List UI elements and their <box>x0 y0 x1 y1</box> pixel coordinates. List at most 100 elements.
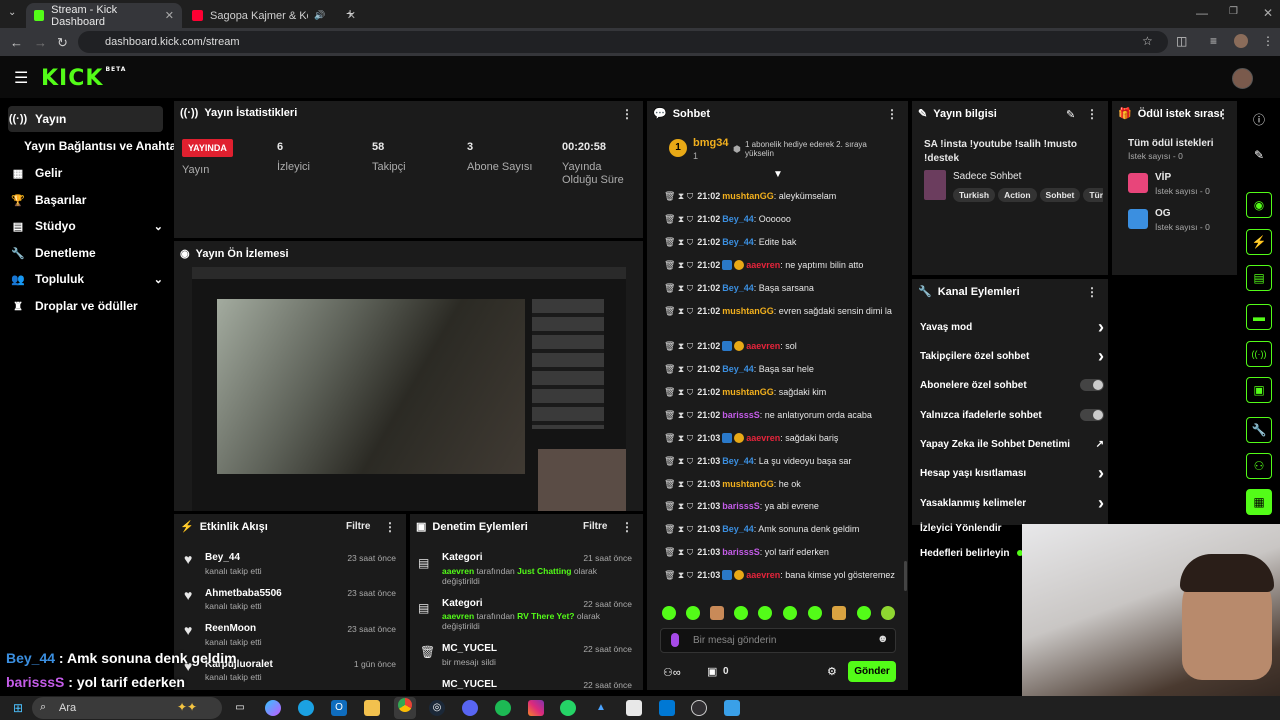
chat-user[interactable]: aaevren <box>746 260 780 270</box>
channel-action-item[interactable]: Hesap yaşı kısıtlaması › <box>920 462 1104 484</box>
mod-tools-icon[interactable]: 🗑 ⧗ ⛉ <box>664 479 693 489</box>
microphone-icon[interactable] <box>671 633 679 647</box>
sidebar-item-gelir[interactable]: ▦ Gelir <box>8 160 163 186</box>
steam-icon[interactable]: ◎ <box>429 700 445 716</box>
chat-user[interactable]: mushtanGG <box>722 306 774 316</box>
channel-action-item[interactable]: Takipçilere özel sohbet › <box>920 345 1104 367</box>
mod-tools-icon[interactable]: 🗑 ⧗ ⛉ <box>664 341 693 351</box>
all-rewards[interactable]: Tüm ödül istekleri <box>1128 138 1214 149</box>
filter-button[interactable]: Filtre <box>346 521 370 532</box>
browser-menu-icon[interactable]: ⋮ <box>1262 34 1274 48</box>
toggle-switch[interactable] <box>1080 379 1104 391</box>
emote-icon[interactable] <box>710 606 724 620</box>
more-icon[interactable]: ⋮ <box>1217 107 1229 121</box>
more-icon[interactable]: ⋮ <box>886 107 898 121</box>
chat-user[interactable]: Bey_44 <box>722 237 754 247</box>
chat-user[interactable]: mushtanGG <box>722 387 774 397</box>
app-icon[interactable]: ▲ <box>593 700 609 716</box>
reload-icon[interactable]: ↻ <box>57 35 68 51</box>
chat-user[interactable]: Bey_44 <box>722 456 754 466</box>
sidebar-item-denetleme[interactable]: 🔧 Denetleme <box>8 240 163 266</box>
mod-tools-icon[interactable]: 🗑 ⧗ ⛉ <box>664 237 693 247</box>
emote-icon[interactable] <box>734 606 748 620</box>
document-icon[interactable]: ▤ <box>1246 265 1272 291</box>
forward-icon[interactable]: → <box>34 35 47 50</box>
obs-icon[interactable] <box>691 700 707 716</box>
mod-tools-icon[interactable]: 🗑 ⧗ ⛉ <box>664 260 693 270</box>
chat-user[interactable]: barisssS <box>722 410 760 420</box>
chat-user[interactable]: barisssS <box>722 501 760 511</box>
chat-user[interactable]: mushtanGG <box>722 191 774 201</box>
channel-action-item[interactable]: Abonelere özel sohbet <box>920 374 1104 396</box>
emote-icon[interactable] <box>832 606 846 620</box>
more-icon[interactable]: ⋮ <box>1086 285 1098 299</box>
mod-tools-icon[interactable]: 🗑 ⧗ ⛉ <box>664 410 693 420</box>
emote-icon[interactable] <box>808 606 822 620</box>
mod-tools-icon[interactable]: 🗑 ⧗ ⛉ <box>664 547 693 557</box>
spotify-icon[interactable] <box>495 700 511 716</box>
chat-scrollbar[interactable] <box>904 561 907 591</box>
close-icon[interactable]: ✕ <box>165 9 174 22</box>
mod-tools-icon[interactable]: 🗑 ⧗ ⛉ <box>664 214 693 224</box>
app-icon[interactable] <box>724 700 740 716</box>
sidebar-item-basarilar[interactable]: 🏆 Başarılar <box>8 187 163 213</box>
chat-user[interactable]: Bey_44 <box>722 283 754 293</box>
mod-tools-icon[interactable]: 🗑 ⧗ ⛉ <box>664 433 693 443</box>
sidebar-item-yayin[interactable]: ((·)) Yayın <box>8 106 163 132</box>
scroll-down-icon[interactable]: ▼ <box>773 169 783 180</box>
profile-avatar[interactable] <box>1234 34 1248 48</box>
mod-tools-icon[interactable]: 🗑 ⧗ ⛉ <box>664 306 693 316</box>
taskbar-search[interactable]: ⌕ Ara ✦✦ <box>32 697 222 719</box>
more-icon[interactable]: ⋮ <box>621 520 633 534</box>
edge-icon[interactable] <box>298 700 314 716</box>
pencil-icon[interactable]: ✎ <box>1066 108 1075 121</box>
chat-user[interactable]: barisssS <box>722 547 760 557</box>
reward-name[interactable]: VİP <box>1155 172 1171 183</box>
camera-icon[interactable]: ◉ <box>1246 192 1272 218</box>
discord-icon[interactable] <box>462 700 478 716</box>
sidebar-item-droplar[interactable]: ♜ Droplar ve ödüller <box>8 293 163 319</box>
mod-tools-icon[interactable]: 🗑 ⧗ ⛉ <box>664 524 693 534</box>
pencil-icon[interactable]: ✎ <box>1246 142 1272 168</box>
chat-user[interactable]: aaevren <box>746 341 780 351</box>
mod-tools-icon[interactable]: 🗑 ⧗ ⛉ <box>664 456 693 466</box>
outlook-icon[interactable]: O <box>331 700 347 716</box>
channel-action-item[interactable]: Yavaş mod › <box>920 316 1104 338</box>
wrench-icon[interactable]: 🔧 <box>1246 417 1272 443</box>
explorer-icon[interactable] <box>364 700 380 716</box>
whatsapp-icon[interactable] <box>560 700 576 716</box>
window-close-icon[interactable]: ✕ <box>1263 6 1273 20</box>
community-icon[interactable]: ⚇ <box>1246 453 1272 479</box>
emote-icon[interactable] <box>758 606 772 620</box>
restore-icon[interactable]: ❐ <box>1229 6 1238 17</box>
sidebar-item-topluluk[interactable]: 👥 Topluluk ⌄ <box>8 266 163 292</box>
url-field[interactable]: dashboard.kick.com/stream <box>78 31 1168 53</box>
minimize-icon[interactable]: — <box>1196 6 1208 20</box>
channel-action-item[interactable]: Yasaklanmış kelimeler › <box>920 492 1104 514</box>
chat-user[interactable]: Bey_44 <box>722 524 754 534</box>
mod-tools-icon[interactable]: 🗑 ⧗ ⛉ <box>664 570 693 580</box>
chat-user[interactable]: Bey_44 <box>722 364 754 374</box>
reward-name[interactable]: OG <box>1155 208 1171 219</box>
clapper-icon[interactable]: ▦ <box>1246 489 1272 515</box>
speaker-icon[interactable]: 🔊 <box>314 10 325 21</box>
mod-tools-icon[interactable]: 🗑 ⧗ ⛉ <box>664 191 693 201</box>
chat-user[interactable]: mushtanGG <box>722 479 774 489</box>
mod-tools-icon[interactable]: 🗑 ⧗ ⛉ <box>664 364 693 374</box>
broadcast-icon[interactable]: ((·)) <box>1246 341 1272 367</box>
channel-action-item[interactable]: Yalnızca ifadelerle sohbet <box>920 404 1104 426</box>
new-tab-button[interactable]: + <box>346 5 354 21</box>
stream-preview-video[interactable] <box>192 267 626 511</box>
lightning-icon[interactable]: ⚡ <box>1246 229 1272 255</box>
tab-youtube[interactable]: Sagopa Kajmer & Kolera - Ne 🔊 ✕ <box>184 3 364 28</box>
kick-logo[interactable]: KICK BETA <box>41 66 126 91</box>
chat-icon[interactable]: ▬ <box>1246 304 1272 330</box>
extensions-icon[interactable]: ◫ <box>1176 34 1187 48</box>
mod-tools-icon[interactable]: 🗑 ⧗ ⛉ <box>664 283 693 293</box>
copilot-icon[interactable] <box>265 700 281 716</box>
tag[interactable]: Turkish <box>953 188 996 202</box>
emoji-icon[interactable]: ☻ <box>877 633 889 645</box>
emote-icon[interactable] <box>783 606 797 620</box>
emote-icon[interactable] <box>857 606 871 620</box>
mod-tools-icon[interactable]: 🗑 ⧗ ⛉ <box>664 387 693 397</box>
